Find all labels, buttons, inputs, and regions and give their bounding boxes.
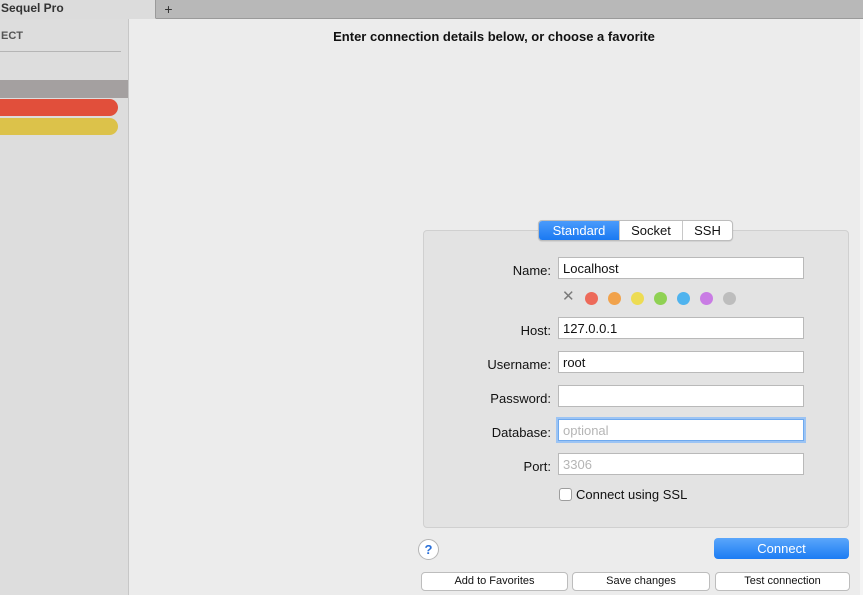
port-label: Port: bbox=[523, 459, 551, 474]
host-label: Host: bbox=[520, 323, 551, 338]
host-field[interactable] bbox=[558, 317, 804, 339]
tab-sequel-pro[interactable]: Sequel Pro bbox=[0, 0, 156, 19]
save-changes-button[interactable]: Save changes bbox=[572, 572, 710, 591]
color-yellow-swatch[interactable] bbox=[631, 292, 644, 305]
sidebar-item-yellow-favorite[interactable] bbox=[0, 118, 118, 135]
username-label: Username: bbox=[487, 357, 551, 372]
add-to-favorites-button[interactable]: Add to Favorites bbox=[421, 572, 568, 591]
tab-socket[interactable]: Socket bbox=[619, 221, 682, 240]
port-field[interactable] bbox=[558, 453, 804, 475]
database-label: Database: bbox=[491, 425, 551, 440]
window-tab-bar: Sequel Pro + bbox=[0, 0, 863, 19]
password-field[interactable] bbox=[558, 385, 804, 407]
tab-standard[interactable]: Standard bbox=[539, 221, 619, 240]
color-purple-swatch[interactable] bbox=[700, 292, 713, 305]
help-button[interactable]: ? bbox=[418, 539, 439, 560]
color-orange-swatch[interactable] bbox=[608, 292, 621, 305]
name-label: Name: bbox=[512, 263, 551, 278]
tab-ssh[interactable]: SSH bbox=[682, 221, 732, 240]
color-gray-swatch[interactable] bbox=[723, 292, 736, 305]
ssl-label[interactable]: Connect using SSL bbox=[576, 487, 687, 502]
page-title: Enter connection details below, or choos… bbox=[333, 29, 655, 44]
test-connection-button[interactable]: Test connection bbox=[715, 572, 850, 591]
sidebar-item-red-favorite[interactable] bbox=[0, 99, 118, 116]
favorites-sidebar: ECT bbox=[0, 19, 129, 595]
database-field[interactable] bbox=[558, 419, 804, 441]
password-label: Password: bbox=[490, 391, 551, 406]
tab-title: Sequel Pro bbox=[1, 1, 64, 15]
color-green-swatch[interactable] bbox=[654, 292, 667, 305]
x-icon[interactable]: ✕ bbox=[562, 289, 576, 304]
plus-icon: + bbox=[164, 1, 173, 17]
name-field[interactable] bbox=[558, 257, 804, 279]
color-blue-swatch[interactable] bbox=[677, 292, 690, 305]
color-red-swatch[interactable] bbox=[585, 292, 598, 305]
connect-button[interactable]: Connect bbox=[714, 538, 849, 559]
connection-type-tabs: Standard Socket SSH bbox=[538, 220, 733, 241]
add-tab-button[interactable]: + bbox=[156, 0, 181, 19]
sidebar-header: ECT bbox=[1, 30, 23, 42]
ssl-checkbox[interactable] bbox=[559, 488, 572, 501]
username-field[interactable] bbox=[558, 351, 804, 373]
sidebar-divider bbox=[0, 51, 121, 52]
sidebar-item-selected[interactable] bbox=[0, 80, 128, 98]
